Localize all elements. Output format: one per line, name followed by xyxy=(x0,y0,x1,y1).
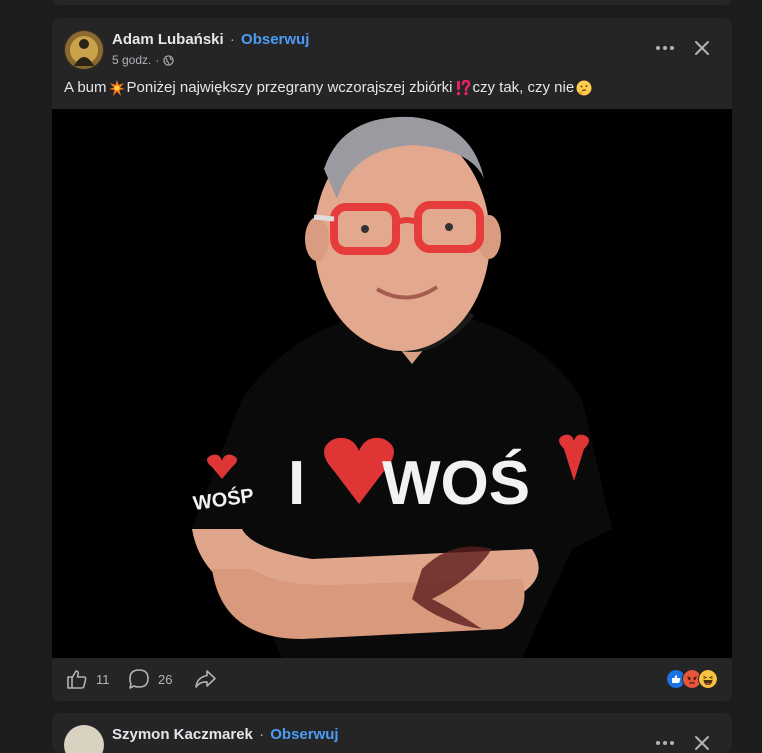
more-options-button[interactable] xyxy=(652,38,678,58)
photo-illustration: I WOŚ WOŚP xyxy=(52,109,732,658)
share-button[interactable] xyxy=(194,668,216,690)
reactions-summary[interactable] xyxy=(666,669,718,689)
shirt-text-left: I xyxy=(288,449,305,518)
close-post-button[interactable] xyxy=(692,38,712,58)
collision-emoji-icon xyxy=(108,79,125,96)
close-icon xyxy=(695,736,709,750)
shirt-text-right: WOŚ xyxy=(382,449,530,518)
post-text: A bum Poniżej największy przegrany wczor… xyxy=(64,79,594,96)
thinking-face-icon xyxy=(576,80,592,95)
separator-dot: · xyxy=(229,31,235,48)
next-author-name[interactable]: Szymon Kaczmarek xyxy=(112,726,253,743)
action-bar: 11 26 xyxy=(52,658,732,701)
post-image[interactable]: I WOŚ WOŚP xyxy=(52,109,732,658)
exclamation-question-icon xyxy=(456,79,470,95)
post-text-part2: Poniżej największy przegrany wczorajszej… xyxy=(126,79,453,96)
post-time[interactable]: 5 godz. xyxy=(112,53,151,67)
more-icon xyxy=(656,741,674,745)
post-text-part3: czy tak, czy nie xyxy=(472,79,575,96)
next-separator-dot: · xyxy=(259,726,265,743)
follow-link[interactable]: Obserwuj xyxy=(241,31,309,48)
author-avatar[interactable] xyxy=(64,30,104,70)
author-line: Adam Lubański · Obserwuj xyxy=(112,31,309,48)
comment-button[interactable]: 26 xyxy=(128,668,172,690)
close-icon xyxy=(695,41,709,55)
post-text-part1: A bum xyxy=(64,79,107,96)
meta-separator: · xyxy=(155,53,160,67)
post-meta: 5 godz. · xyxy=(112,53,175,67)
post-card: Adam Lubański · Obserwuj 5 godz. · A bum… xyxy=(52,18,732,701)
more-icon xyxy=(656,46,674,50)
next-follow-link[interactable]: Obserwuj xyxy=(270,726,338,743)
like-count: 11 xyxy=(96,671,110,687)
next-author-line: Szymon Kaczmarek · Obserwuj xyxy=(112,726,339,743)
author-name[interactable]: Adam Lubański xyxy=(112,31,224,48)
next-author-avatar[interactable] xyxy=(64,725,104,753)
like-button[interactable]: 11 xyxy=(66,668,110,690)
globe-icon xyxy=(163,54,175,66)
share-icon xyxy=(195,670,216,688)
comment-count: 26 xyxy=(158,671,173,687)
comment-icon xyxy=(129,669,149,689)
next-post-card: Szymon Kaczmarek · Obserwuj xyxy=(52,713,732,753)
next-more-options-button[interactable] xyxy=(652,733,678,753)
next-close-post-button[interactable] xyxy=(692,733,712,753)
haha-reaction-icon xyxy=(698,669,718,689)
thumbs-up-icon xyxy=(67,670,87,689)
previous-post-card xyxy=(52,0,732,5)
